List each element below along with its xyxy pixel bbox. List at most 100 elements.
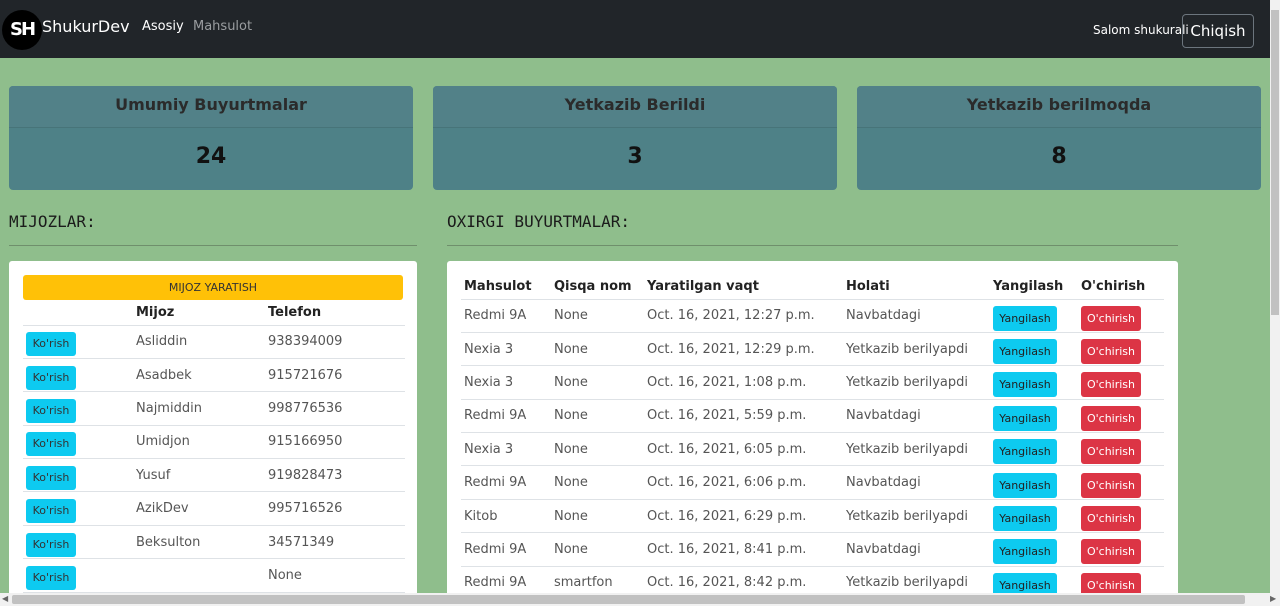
client-phone: 998776536 xyxy=(268,391,405,426)
view-client-button[interactable]: Ko'rish xyxy=(26,565,76,590)
update-order-button[interactable]: Yangilash xyxy=(993,305,1057,331)
brand-logo[interactable]: SH xyxy=(2,10,42,50)
update-order-button[interactable]: Yangilash xyxy=(993,405,1057,431)
update-order-button[interactable]: Yangilash xyxy=(993,506,1057,532)
brand-name[interactable]: ShukurDev xyxy=(42,17,130,36)
order-product: Redmi 9A xyxy=(461,532,554,567)
delete-order-button[interactable]: O'chirish xyxy=(1081,372,1141,398)
create-client-button[interactable]: MIJOZ YARATISH xyxy=(23,275,403,300)
clients-panel: MIJOZ YARATISH Mijoz Telefon Ko'rish Asli… xyxy=(9,261,417,606)
view-client-button[interactable]: Ko'rish xyxy=(26,398,76,423)
update-order-button[interactable]: Yangilash xyxy=(993,539,1057,565)
column-header: Qisqa nom xyxy=(554,275,647,300)
update-order-button[interactable]: Yangilash xyxy=(993,439,1057,465)
divider xyxy=(9,245,417,246)
order-short-name: None xyxy=(554,299,647,333)
column-header: Telefon xyxy=(268,301,405,326)
vertical-scrollbar[interactable] xyxy=(1270,0,1280,593)
delete-order-button[interactable]: O'chirish xyxy=(1081,339,1141,365)
view-cell: Ko'rish xyxy=(23,325,136,359)
delete-cell: O'chirish xyxy=(1081,332,1164,367)
client-name: Najmiddin xyxy=(136,391,268,426)
table-row: Ko'rish Asliddin 938394009 xyxy=(23,325,405,359)
delete-order-button[interactable]: O'chirish xyxy=(1081,506,1141,532)
nav-link-mahsulot[interactable]: Mahsulot xyxy=(193,19,252,34)
order-created-time: Oct. 16, 2021, 6:05 p.m. xyxy=(647,432,846,467)
user-greeting: Salom shukurali xyxy=(1093,23,1189,37)
delete-cell: O'chirish xyxy=(1081,432,1164,467)
vertical-scrollbar-thumb[interactable] xyxy=(1271,10,1279,315)
table-row: Ko'rish None xyxy=(23,558,405,593)
delete-cell: O'chirish xyxy=(1081,299,1164,333)
client-phone: None xyxy=(268,558,405,593)
scroll-right-icon[interactable]: ▶ xyxy=(1270,594,1276,603)
client-phone: 915166950 xyxy=(268,425,405,460)
table-row: Ko'rish AzikDev 995716526 xyxy=(23,491,405,526)
order-created-time: Oct. 16, 2021, 8:41 p.m. xyxy=(647,532,846,567)
delete-order-button[interactable]: O'chirish xyxy=(1081,539,1141,565)
table-row: Redmi 9A None Oct. 16, 2021, 5:59 p.m. Navb… xyxy=(461,399,1164,434)
order-status: Navbatdagi xyxy=(846,532,993,567)
nav-link-asosiy[interactable]: Asosiy xyxy=(142,19,184,34)
column-header: Mahsulot xyxy=(461,275,554,300)
order-short-name: None xyxy=(554,532,647,567)
update-order-button[interactable]: Yangilash xyxy=(993,372,1057,398)
update-cell: Yangilash xyxy=(993,532,1081,567)
view-client-button[interactable]: Ko'rish xyxy=(26,432,76,457)
client-phone: 995716526 xyxy=(268,491,405,526)
stat-card-title: Umumiy Buyurtmalar xyxy=(9,86,413,128)
stat-card-title: Yetkazib berilmoqda xyxy=(857,86,1261,128)
table-row: Redmi 9A None Oct. 16, 2021, 8:41 p.m. Navb… xyxy=(461,532,1164,567)
update-cell: Yangilash xyxy=(993,399,1081,434)
order-short-name: None xyxy=(554,332,647,367)
order-status: Yetkazib berilyapdi xyxy=(846,332,993,367)
order-created-time: Oct. 16, 2021, 6:29 p.m. xyxy=(647,499,846,534)
order-product: Redmi 9A xyxy=(461,399,554,434)
view-client-button[interactable]: Ko'rish xyxy=(26,465,76,490)
scroll-left-icon[interactable]: ◀ xyxy=(2,594,8,603)
update-order-button[interactable]: Yangilash xyxy=(993,472,1057,498)
view-client-button[interactable]: Ko'rish xyxy=(26,532,76,557)
delete-order-button[interactable]: O'chirish xyxy=(1081,305,1141,331)
order-short-name: None xyxy=(554,499,647,534)
horizontal-scrollbar[interactable]: ◀ ▶ xyxy=(0,593,1280,606)
order-created-time: Oct. 16, 2021, 12:29 p.m. xyxy=(647,332,846,367)
client-name: Asliddin xyxy=(136,325,268,359)
delete-order-button[interactable]: O'chirish xyxy=(1081,472,1141,498)
view-cell: Ko'rish xyxy=(23,458,136,493)
view-client-button[interactable]: Ko'rish xyxy=(26,499,76,524)
column-header: Yaratilgan vaqt xyxy=(647,275,846,300)
table-row: Ko'rish Najmiddin 998776536 xyxy=(23,391,405,426)
order-created-time: Oct. 16, 2021, 12:27 p.m. xyxy=(647,299,846,333)
order-status: Navbatdagi xyxy=(846,299,993,333)
table-row: Nexia 3 None Oct. 16, 2021, 12:29 p.m. Yetk… xyxy=(461,332,1164,367)
stat-card-value: 24 xyxy=(195,144,227,169)
view-client-button[interactable]: Ko'rish xyxy=(26,365,76,390)
navbar: SH ShukurDev Asosiy Mahsulot Salom shuku… xyxy=(0,0,1270,58)
column-header: Yangilash xyxy=(993,275,1081,300)
delete-order-button[interactable]: O'chirish xyxy=(1081,405,1141,431)
table-row: Nexia 3 None Oct. 16, 2021, 1:08 p.m. Yetka… xyxy=(461,365,1164,400)
view-cell: Ko'rish xyxy=(23,558,136,593)
client-name: Asadbek xyxy=(136,358,268,393)
order-product: Redmi 9A xyxy=(461,299,554,333)
delete-cell: O'chirish xyxy=(1081,499,1164,534)
update-cell: Yangilash xyxy=(993,365,1081,400)
stat-card-title: Yetkazib Berildi xyxy=(433,86,837,128)
update-cell: Yangilash xyxy=(993,332,1081,367)
order-product: Nexia 3 xyxy=(461,332,554,367)
order-status: Yetkazib berilyapdi xyxy=(846,432,993,467)
stat-card-value: 3 xyxy=(627,144,643,169)
order-created-time: Oct. 16, 2021, 1:08 p.m. xyxy=(647,365,846,400)
column-header: Mijoz xyxy=(136,301,268,326)
update-cell: Yangilash xyxy=(993,299,1081,333)
horizontal-scrollbar-thumb[interactable] xyxy=(12,595,1245,604)
delete-cell: O'chirish xyxy=(1081,399,1164,434)
view-client-button[interactable]: Ko'rish xyxy=(26,332,76,357)
client-name: Beksulton xyxy=(136,525,268,560)
update-order-button[interactable]: Yangilash xyxy=(993,339,1057,365)
update-cell: Yangilash xyxy=(993,499,1081,534)
logout-button[interactable]: Chiqish xyxy=(1182,14,1254,48)
delete-order-button[interactable]: O'chirish xyxy=(1081,439,1141,465)
delete-cell: O'chirish xyxy=(1081,465,1164,500)
